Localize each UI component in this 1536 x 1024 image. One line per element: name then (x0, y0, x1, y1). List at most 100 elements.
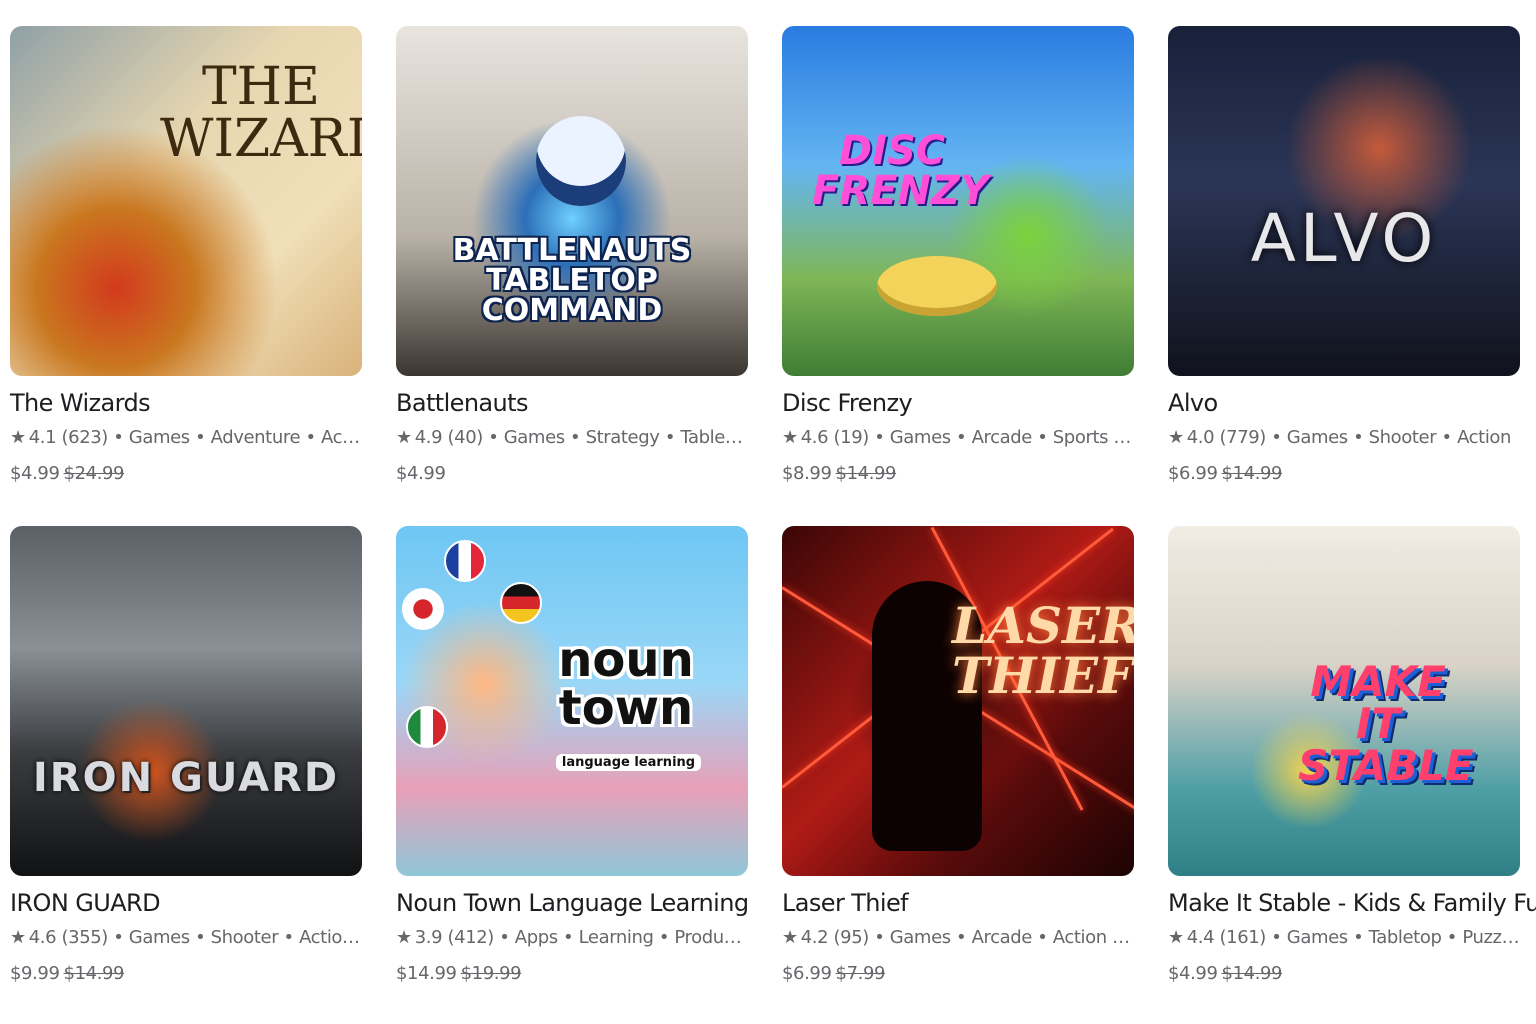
app-thumbnail[interactable]: noun town language learning (396, 526, 748, 876)
thumbnail-title: IRON GUARD (32, 755, 340, 801)
review-count: (19) (833, 427, 870, 448)
categories: Games • Tabletop • Puzzle • Simulati... (1286, 927, 1520, 948)
price: $9.99 (10, 963, 60, 984)
price-row: $4.99 $14.99 (1168, 962, 1520, 986)
star-icon: ★ (396, 427, 412, 448)
price: $4.99 (1168, 963, 1218, 984)
app-name[interactable]: Disc Frenzy (782, 388, 1134, 418)
app-thumbnail[interactable]: BATTLENAUTS TABLETOP COMMAND (396, 26, 748, 376)
categories: Games • Shooter • Action (1286, 427, 1512, 448)
app-name[interactable]: Battlenauts (396, 388, 748, 418)
price: $8.99 (782, 463, 832, 484)
review-count: (779) (1219, 427, 1267, 448)
categories: Games • Shooter • Action • Strategy (128, 927, 362, 948)
app-card-the-wizards[interactable]: THE WIZARDS The Wizards ★4.1 (623) • Gam… (10, 26, 362, 486)
price: $4.99 (396, 463, 446, 484)
thumbnail-title: ALVO (1250, 200, 1438, 277)
app-meta: ★ 4.1 (623) • Games • Adventure • Action (10, 426, 362, 450)
app-thumbnail[interactable]: THE WIZARDS (10, 26, 362, 376)
price-row: $4.99 (396, 462, 748, 486)
app-meta: ★ 4.0 (779) • Games • Shooter • Action (1168, 427, 1512, 448)
original-price: $7.99 (835, 963, 886, 984)
app-card-laser-thief[interactable]: LASER THIEF Laser Thief ★ 4.2 (95) • Game… (782, 526, 1134, 986)
price: $6.99 (1168, 463, 1218, 484)
price-row: $6.99 $7.99 (782, 962, 1134, 986)
app-name[interactable]: Noun Town Language Learning (396, 888, 749, 918)
price: $6.99 (782, 963, 832, 984)
star-icon: ★ (10, 927, 26, 948)
app-thumbnail[interactable]: MAKE IT STABLE (1168, 526, 1520, 876)
review-count: (40) (447, 427, 484, 448)
star-icon: ★ (782, 427, 798, 448)
review-count: (161) (1219, 927, 1267, 948)
app-thumbnail[interactable]: DISC FRENZY (782, 26, 1134, 376)
thumbnail-title: THE WIZARDS (160, 57, 362, 169)
frisbee-art (877, 256, 997, 316)
price: $14.99 (396, 963, 457, 984)
app-name[interactable]: Alvo (1168, 388, 1520, 418)
original-price: $19.99 (460, 963, 522, 984)
star-icon: ★ (782, 927, 798, 948)
app-meta: ★3.9 (412) • Apps • Learning • Productiv… (396, 926, 748, 950)
thumbnail-title: LASER THIEF (952, 596, 1134, 705)
app-name[interactable]: Laser Thief (782, 888, 1134, 918)
app-meta: ★4.4 (161) • Games • Tabletop • Puzzle •… (1168, 926, 1520, 950)
original-price: $24.99 (63, 463, 125, 484)
rating: 4.6 (800, 427, 829, 448)
original-price: $14.99 (1221, 463, 1283, 484)
original-price: $14.99 (63, 963, 125, 984)
app-card-noun-town[interactable]: noun town language learning Noun Town La… (396, 526, 749, 986)
star-icon: ★ (396, 927, 412, 948)
app-name[interactable]: IRON GUARD (10, 888, 362, 918)
price-row: $8.99 $14.99 (782, 462, 1134, 486)
flag-italy-icon (406, 706, 448, 748)
astronaut-helmet-art (536, 116, 626, 206)
app-name[interactable]: The Wizards (10, 388, 362, 418)
rating: 3.9 (414, 927, 443, 948)
app-card-battlenauts[interactable]: BATTLENAUTS TABLETOP COMMAND Battlenauts… (396, 26, 748, 486)
star-icon: ★ (1168, 927, 1184, 948)
flag-france-icon (444, 540, 486, 582)
original-price: $14.99 (835, 463, 897, 484)
app-name[interactable]: Make It Stable - Kids & Family Fun! (1168, 888, 1536, 918)
categories: Games • Adventure • Action (128, 427, 362, 448)
app-thumbnail[interactable]: LASER THIEF (782, 526, 1134, 876)
rating: 4.4 (1186, 927, 1215, 948)
rating: 4.0 (1186, 427, 1215, 448)
categories: Games • Strategy • Tabletop • Hangout (503, 427, 748, 448)
star-icon: ★ (1168, 427, 1184, 448)
rating: 4.1 (28, 427, 57, 448)
review-count: (412) (447, 927, 495, 948)
price-row: $4.99 $24.99 (10, 462, 362, 486)
categories: Games • Arcade • Sports • Action • Si... (889, 427, 1134, 448)
review-count: (623) (61, 427, 109, 448)
price: $4.99 (10, 463, 60, 484)
review-count: (355) (61, 927, 109, 948)
app-grid: THE WIZARDS The Wizards ★4.1 (623) • Gam… (10, 26, 1536, 986)
original-price: $14.99 (1221, 963, 1283, 984)
rating: 4.2 (800, 927, 829, 948)
categories: Games • Arcade • Action • Simulation (889, 927, 1134, 948)
price-row: $14.99 $19.99 (396, 962, 748, 986)
flag-germany-icon (500, 582, 542, 624)
app-card-make-it-stable[interactable]: MAKE IT STABLE Make It Stable - Kids & F… (1168, 526, 1536, 986)
star-icon: ★ (10, 427, 26, 448)
thumbnail-subtitle: language learning (556, 754, 701, 771)
price-row: $9.99 $14.99 (10, 962, 362, 986)
app-card-alvo[interactable]: ALVO Alvo ★ 4.0 (779) • Games • Shooter •… (1168, 26, 1520, 486)
review-count: (95) (833, 927, 870, 948)
price-row: $6.99 $14.99 (1168, 462, 1520, 486)
app-meta: ★4.6 (19) • Games • Arcade • Sports • Ac… (782, 426, 1134, 450)
rating: 4.6 (28, 927, 57, 948)
app-meta: ★ 4.9 (40) • Games • Strategy • Tabletop … (396, 426, 748, 450)
categories: Apps • Learning • Productivity • Tra... (514, 927, 748, 948)
app-thumbnail[interactable]: IRON GUARD (10, 526, 362, 876)
app-thumbnail[interactable]: ALVO (1168, 26, 1520, 376)
app-card-disc-frenzy[interactable]: DISC FRENZY Disc Frenzy ★ 4.6 (19) • Game… (782, 26, 1134, 486)
app-card-iron-guard[interactable]: IRON GUARD IRON GUARD ★ 4.6 (355) • Games… (10, 526, 362, 986)
app-meta: ★4.6 (355) • Games • Shooter • Action • … (10, 926, 362, 950)
app-meta: ★4.2 (95) • Games • Arcade • Action • Si… (782, 926, 1134, 950)
thumbnail-title: BATTLENAUTS TABLETOP COMMAND (452, 233, 692, 328)
flag-japan-icon (402, 588, 444, 630)
thumbnail-title: DISC FRENZY (812, 128, 989, 214)
